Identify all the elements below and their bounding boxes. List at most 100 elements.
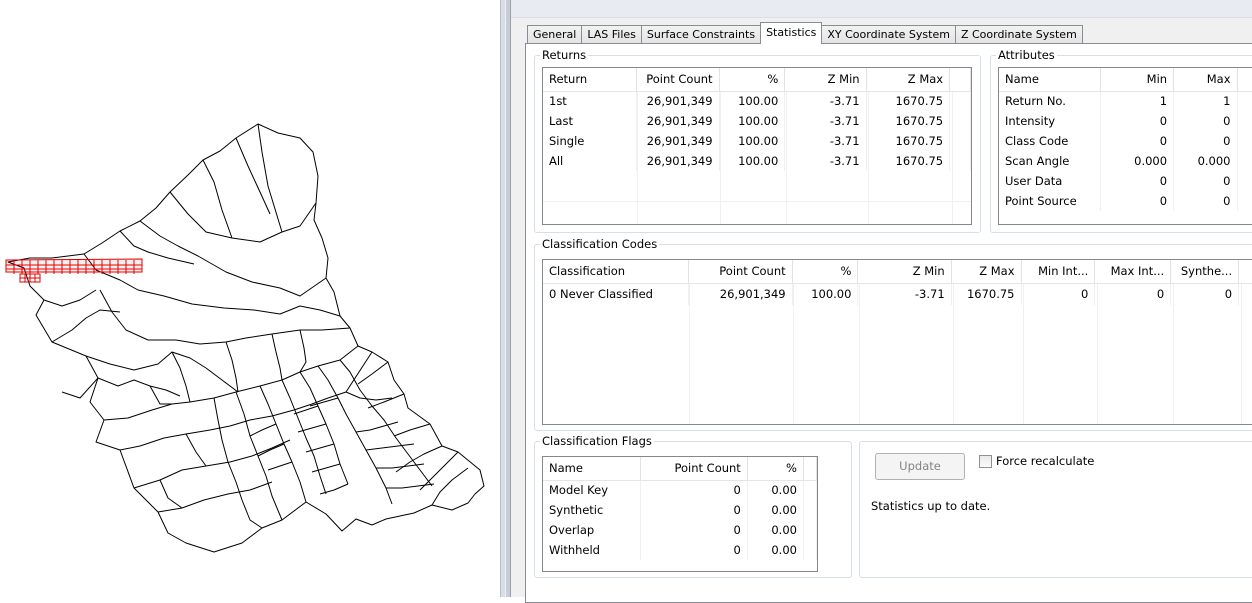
col-z-max[interactable]: Z Max: [951, 260, 1022, 284]
returns-header-row: Return Point Count % Z Min Z Max: [543, 68, 971, 92]
row-divider: [543, 201, 971, 202]
tab-surface-constraints[interactable]: Surface Constraints: [640, 25, 762, 44]
cell: -3.71: [784, 131, 867, 151]
cell: -3.71: [857, 283, 952, 305]
cell: 0.00: [747, 480, 804, 500]
cell: 0: [1100, 171, 1175, 191]
cell: [1237, 151, 1252, 171]
tab-z-coordinate-system[interactable]: Z Coordinate System: [954, 25, 1083, 44]
returns-list[interactable]: Return Point Count % Z Min Z Max 1st 26,9…: [542, 67, 972, 225]
table-row[interactable]: 0 Never Classified 26,901,349 100.00 -3.…: [543, 283, 1252, 305]
cell: -3.71: [784, 91, 867, 111]
returns-group: Returns Return Point Count % Z Min Z Max…: [534, 48, 981, 233]
attributes-table: Name Min Max Return No. 1 1 Intensity 0 0 Cl…: [999, 68, 1252, 211]
col-synthetic[interactable]: Synthe...: [1170, 260, 1240, 284]
cell: 26,901,349: [636, 151, 720, 171]
classification-flags-group: Classification Flags Name Point Count % …: [534, 434, 852, 578]
table-row[interactable]: 1st 26,901,349 100.00 -3.71 1670.75: [543, 91, 971, 111]
col-filler: [1238, 260, 1252, 284]
col-point-count[interactable]: Point Count: [640, 457, 748, 481]
column-divider: [1023, 284, 1024, 424]
column-divider: [1173, 284, 1174, 424]
col-max-intensity[interactable]: Max Int...: [1094, 260, 1172, 284]
col-z-max[interactable]: Z Max: [866, 68, 951, 92]
col-return[interactable]: Return: [543, 68, 637, 92]
cell: 1: [1173, 91, 1238, 111]
col-min-intensity[interactable]: Min Int...: [1021, 260, 1096, 284]
col-max[interactable]: Max: [1173, 68, 1238, 92]
col-point-count[interactable]: Point Count: [688, 260, 793, 284]
attributes-list[interactable]: Name Min Max Return No. 1 1 Intensity 0 0 Cl…: [998, 67, 1252, 225]
cell: Class Code: [999, 131, 1101, 151]
cell: 1670.75: [866, 131, 951, 151]
table-row[interactable]: Withheld 0 0.00: [543, 540, 817, 560]
cell: [803, 520, 817, 540]
classification-codes-list[interactable]: Classification Point Count % Z Min Z Max…: [542, 259, 1252, 425]
cell: [1237, 131, 1252, 151]
cell: 26,901,349: [636, 111, 720, 131]
table-row[interactable]: User Data 0 0: [999, 171, 1252, 191]
cell: 26,901,349: [688, 283, 793, 305]
cell: 0: [640, 540, 748, 560]
col-percent[interactable]: %: [792, 260, 859, 284]
tab-xy-coordinate-system[interactable]: XY Coordinate System: [821, 25, 956, 44]
properties-dialog: General LAS Files Surface Constraints St…: [511, 0, 1252, 603]
col-z-min[interactable]: Z Min: [857, 260, 952, 284]
cell: 0.000: [1173, 151, 1238, 171]
cell: 0: [1021, 283, 1096, 305]
col-percent[interactable]: %: [747, 457, 804, 481]
table-row[interactable]: All 26,901,349 100.00 -3.71 1670.75: [543, 151, 971, 171]
table-row[interactable]: Class Code 0 0: [999, 131, 1252, 151]
column-divider: [953, 284, 954, 424]
cell: 0.000: [1100, 151, 1175, 171]
cell: 1670.75: [866, 111, 951, 131]
update-button[interactable]: Update: [875, 453, 965, 480]
cell: Scan Angle: [999, 151, 1101, 171]
cell: User Data: [999, 171, 1101, 191]
cell: 0: [1173, 191, 1238, 211]
classification-codes-group: Classification Codes Classification Poin…: [534, 237, 1252, 431]
col-classification[interactable]: Classification: [543, 260, 690, 284]
cell: [803, 540, 817, 560]
table-row[interactable]: Single 26,901,349 100.00 -3.71 1670.75: [543, 131, 971, 151]
col-point-count[interactable]: Point Count: [636, 68, 720, 92]
col-z-min[interactable]: Z Min: [784, 68, 867, 92]
statistics-page: Returns Return Point Count % Z Min Z Max…: [525, 43, 1252, 603]
cell: 100.00: [719, 111, 786, 131]
tab-general[interactable]: General: [527, 25, 583, 44]
cell: 1670.75: [951, 283, 1022, 305]
column-divider: [720, 92, 721, 224]
cell: 0: [1173, 111, 1238, 131]
classification-codes-header-row: Classification Point Count % Z Min Z Max…: [543, 260, 1252, 284]
cell: 26,901,349: [636, 131, 720, 151]
table-row[interactable]: Model Key 0 0.00: [543, 480, 817, 500]
classification-flags-table: Name Point Count % Model Key 0 0.00 Synthe…: [543, 457, 817, 560]
cell: 0: [1100, 111, 1175, 131]
table-row[interactable]: Intensity 0 0: [999, 111, 1252, 131]
table-row[interactable]: Overlap 0 0.00: [543, 520, 817, 540]
table-row[interactable]: Return No. 1 1: [999, 91, 1252, 111]
col-percent[interactable]: %: [719, 68, 786, 92]
tab-statistics[interactable]: Statistics: [760, 22, 823, 44]
cell: -3.71: [784, 151, 867, 171]
col-name[interactable]: Name: [543, 457, 641, 481]
title-strip: [511, 0, 1252, 18]
column-divider: [793, 284, 794, 424]
classification-flags-list[interactable]: Name Point Count % Model Key 0 0.00 Synthe…: [542, 456, 818, 572]
table-row[interactable]: Synthetic 0 0.00: [543, 500, 817, 520]
column-divider: [859, 284, 860, 424]
force-recalculate-checkbox[interactable]: [979, 455, 992, 468]
cell: 0: [640, 500, 748, 520]
table-row[interactable]: Scan Angle 0.000 0.000: [999, 151, 1252, 171]
col-name[interactable]: Name: [999, 68, 1101, 92]
col-min[interactable]: Min: [1100, 68, 1175, 92]
table-row[interactable]: Last 26,901,349 100.00 -3.71 1670.75: [543, 111, 971, 131]
tab-las-files[interactable]: LAS Files: [581, 25, 642, 44]
table-row[interactable]: Point Source 0 0: [999, 191, 1252, 211]
map-panel[interactable]: [0, 0, 500, 597]
cell: Intensity: [999, 111, 1101, 131]
force-recalculate-label[interactable]: Force recalculate: [996, 454, 1094, 468]
column-divider: [1097, 284, 1098, 424]
cell: 26,901,349: [636, 91, 720, 111]
cell: 0: [640, 520, 748, 540]
